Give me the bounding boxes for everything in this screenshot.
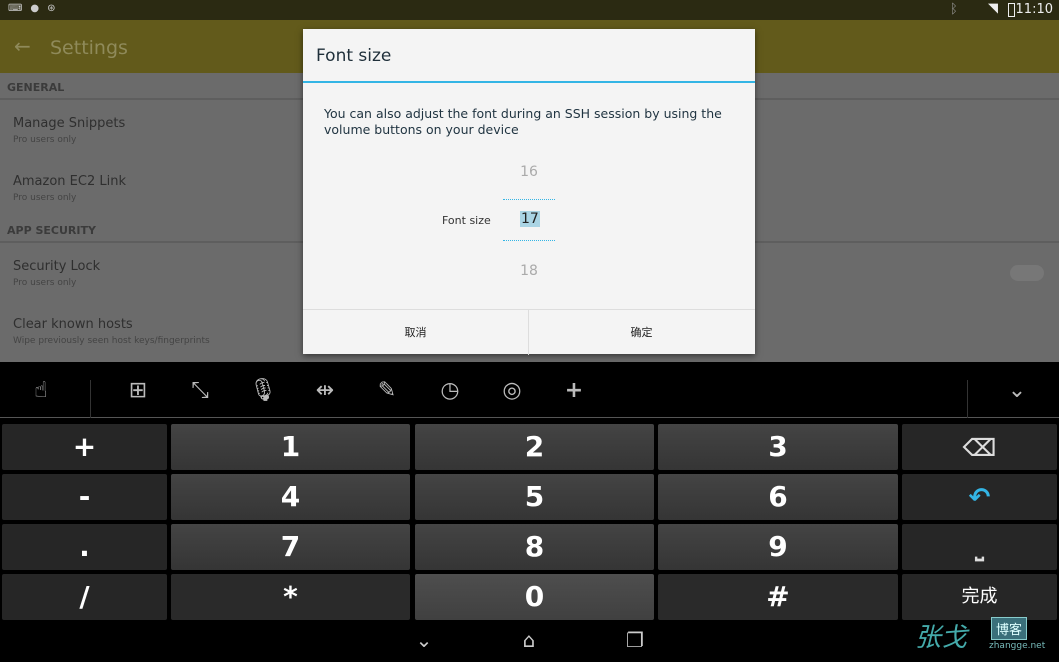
key[interactable]: 8 <box>415 524 654 570</box>
key[interactable]: 9 <box>658 524 898 570</box>
key[interactable]: 3 <box>658 424 898 470</box>
weibo-icon[interactable]: ◎ <box>497 376 527 406</box>
section-header-general: GENERAL <box>7 81 65 94</box>
title-divider <box>303 81 755 83</box>
page-title: Settings <box>50 37 128 59</box>
cancel-button[interactable]: 取消 <box>303 310 528 355</box>
key[interactable]: # <box>658 574 898 620</box>
battery-icon <box>1008 3 1015 17</box>
clock-icon[interactable]: ◷ <box>435 376 465 406</box>
setting-subtitle: Wipe previously seen host keys/fingerpri… <box>13 336 210 346</box>
key[interactable]: 2 <box>415 424 654 470</box>
setting-title: Manage Snippets <box>13 116 126 131</box>
ok-button[interactable]: 确定 <box>529 310 754 355</box>
back-chevron-icon[interactable]: ⌄ <box>409 628 439 652</box>
space-icon: ⎵ <box>975 537 984 562</box>
home-icon[interactable]: ⌂ <box>514 628 544 652</box>
key[interactable]: + <box>2 424 167 470</box>
key[interactable]: / <box>2 574 167 620</box>
picker-current-value[interactable]: 17 <box>520 211 540 227</box>
setting-subtitle: Pro users only <box>13 278 77 288</box>
section-header-app-security: APP SECURITY <box>7 224 96 237</box>
key[interactable]: * <box>171 574 410 620</box>
font-size-dialog: Font size You can also adjust the font d… <box>303 29 755 355</box>
key[interactable]: 0 <box>415 574 654 620</box>
dialog-title: Font size <box>316 46 392 66</box>
key[interactable]: 7 <box>171 524 410 570</box>
keyboard-toolbar: ☝ ⊞ ⤡ 🎙 ⇹ ✎ ◷ ◎ + ⌄ <box>0 362 1059 418</box>
enter-icon: ↶ <box>968 483 991 513</box>
key[interactable]: 4 <box>171 474 410 520</box>
key-enter[interactable]: ↶ <box>902 474 1057 520</box>
key[interactable]: 1 <box>171 424 410 470</box>
picker-next-value[interactable]: 18 <box>503 263 555 279</box>
divider <box>967 380 968 418</box>
fullscreen-icon[interactable]: ⤡ <box>185 376 215 406</box>
picker-divider <box>503 199 555 200</box>
clock: 11:10 <box>1015 2 1053 17</box>
back-arrow-icon[interactable]: ← <box>14 34 31 58</box>
layout-icon[interactable]: ⊞ <box>123 376 153 406</box>
key[interactable]: - <box>2 474 167 520</box>
wifi-icon: ◥ <box>988 1 998 16</box>
gesture-icon[interactable]: ☝ <box>26 376 56 406</box>
setting-title: Security Lock <box>13 259 101 274</box>
microphone-icon[interactable]: 🎙 <box>248 376 278 406</box>
setting-title: Clear known hosts <box>13 317 133 332</box>
key-backspace[interactable]: ⌫ <box>902 424 1057 470</box>
watermark-logo: 张戈 博客 zhangge.net <box>915 615 1055 659</box>
divider <box>90 380 91 418</box>
pen-icon[interactable]: ✎ <box>372 376 402 406</box>
dialog-buttons: 取消 确定 <box>303 309 755 355</box>
backspace-icon: ⌫ <box>962 434 997 462</box>
status-bar: ⌨●⊛ ᛒ ◥ 11:10 <box>0 0 1059 20</box>
navigation-bar: ⌄ ⌂ ❐ <box>0 620 1059 662</box>
notification-icons: ⌨●⊛ <box>8 3 64 14</box>
setting-subtitle: Pro users only <box>13 135 77 145</box>
setting-title: Amazon EC2 Link <box>13 174 126 189</box>
bluetooth-icon: ᛒ <box>950 2 958 17</box>
recents-icon[interactable]: ❐ <box>620 628 650 652</box>
key[interactable]: 5 <box>415 474 654 520</box>
picker-label: Font size <box>442 214 491 227</box>
picker-divider <box>503 240 555 241</box>
add-icon[interactable]: + <box>559 376 589 406</box>
dialog-message: You can also adjust the font during an S… <box>324 106 722 137</box>
setting-subtitle: Pro users only <box>13 193 77 203</box>
chevron-down-icon[interactable]: ⌄ <box>1002 376 1032 406</box>
key-done[interactable]: 完成 <box>902 574 1057 620</box>
picker-prev-value[interactable]: 16 <box>503 164 555 180</box>
security-lock-toggle[interactable] <box>1010 265 1044 281</box>
cursor-icon[interactable]: ⇹ <box>310 376 340 406</box>
key[interactable]: . <box>2 524 167 570</box>
key[interactable]: 6 <box>658 474 898 520</box>
key-space[interactable]: ⎵ <box>902 524 1057 570</box>
